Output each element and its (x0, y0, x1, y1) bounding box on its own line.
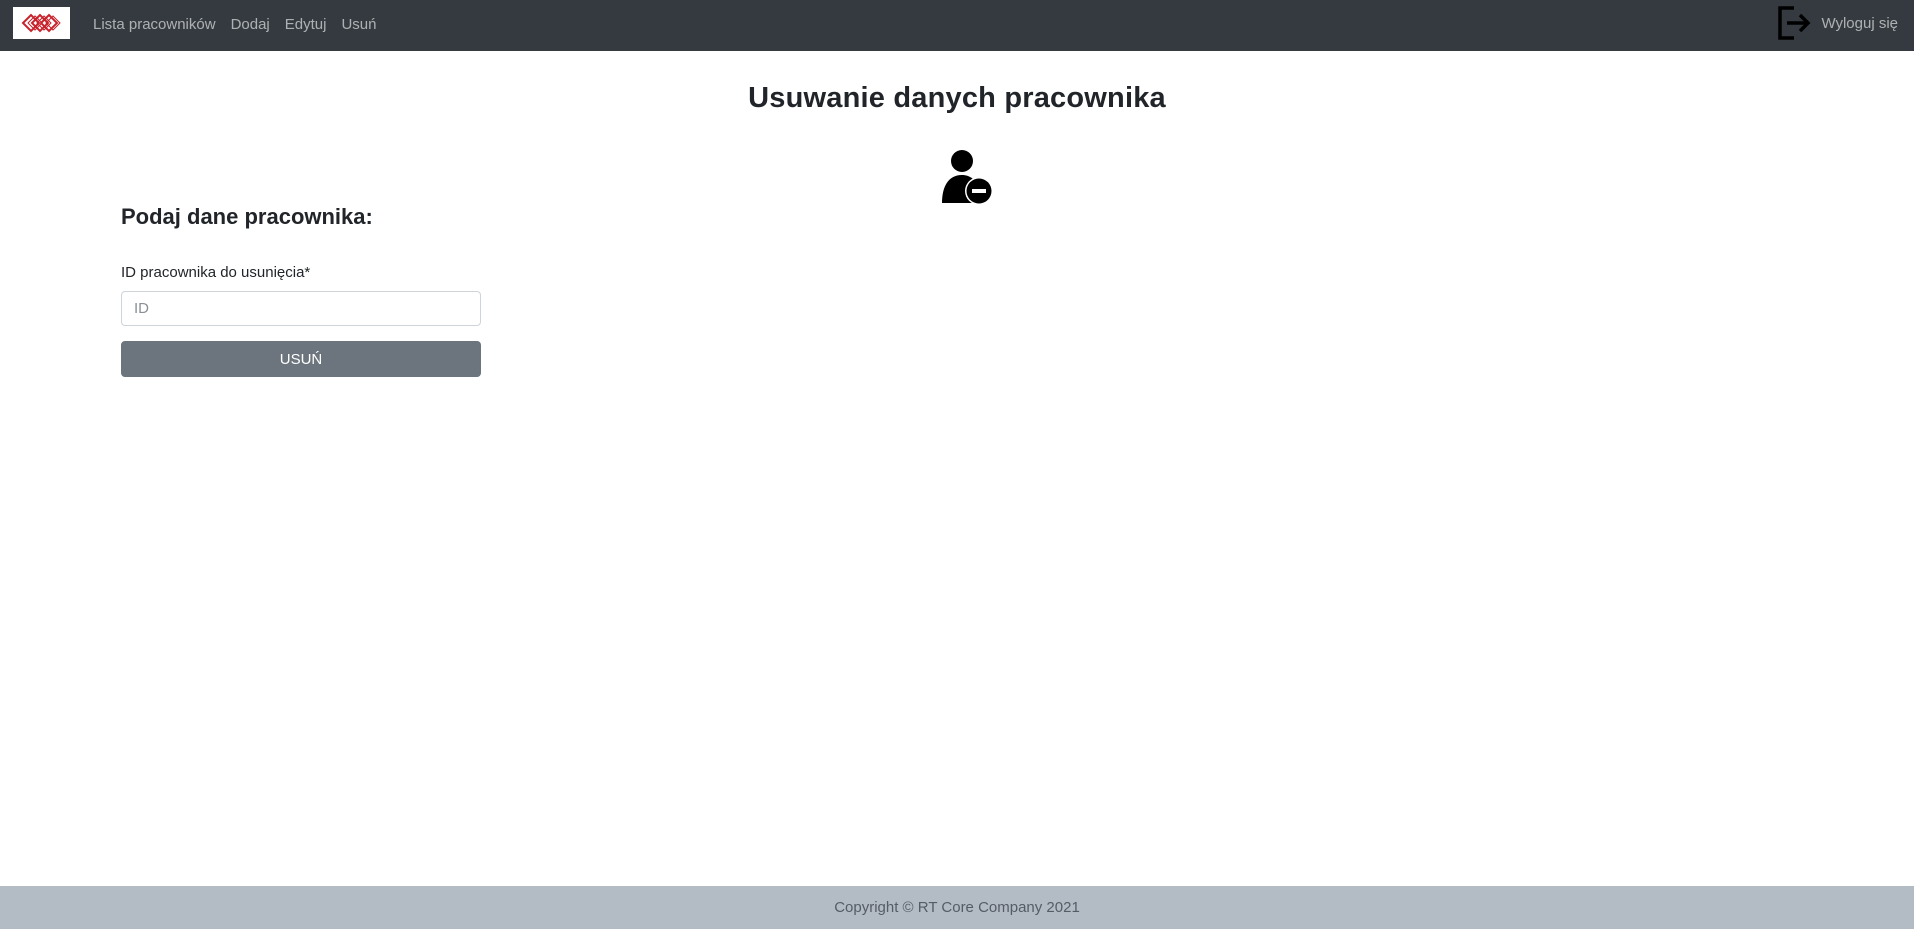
footer: Copyright © RT Core Company 2021 (0, 886, 1914, 929)
form-heading: Podaj dane pracownika: (121, 204, 373, 229)
person-dash-icon (942, 150, 993, 205)
logout-button[interactable]: Wyloguj się (1775, 4, 1898, 42)
employee-id-label: ID pracownika do usunięcia* (121, 264, 311, 281)
logout-label: Wyloguj się (1821, 14, 1898, 32)
employee-id-input[interactable] (121, 291, 481, 326)
brand-logo[interactable] (13, 7, 70, 39)
company-diamond-logo-icon (21, 13, 61, 33)
nav-link-delete[interactable]: Usuń (341, 16, 376, 33)
nav-link-employee-list[interactable]: Lista pracowników (93, 16, 216, 33)
box-arrow-right-icon (1778, 6, 1811, 40)
page-title: Usuwanie danych pracownika (748, 82, 1166, 114)
nav-links: Lista pracowników Dodaj Edytuj Usuń (93, 0, 392, 48)
nav-link-add[interactable]: Dodaj (231, 16, 270, 33)
nav-link-edit[interactable]: Edytuj (285, 16, 327, 33)
delete-button[interactable]: USUŃ (121, 341, 481, 377)
copyright-text: Copyright © RT Core Company 2021 (834, 899, 1080, 916)
top-navbar: Lista pracowników Dodaj Edytuj Usuń Wylo… (0, 0, 1914, 51)
